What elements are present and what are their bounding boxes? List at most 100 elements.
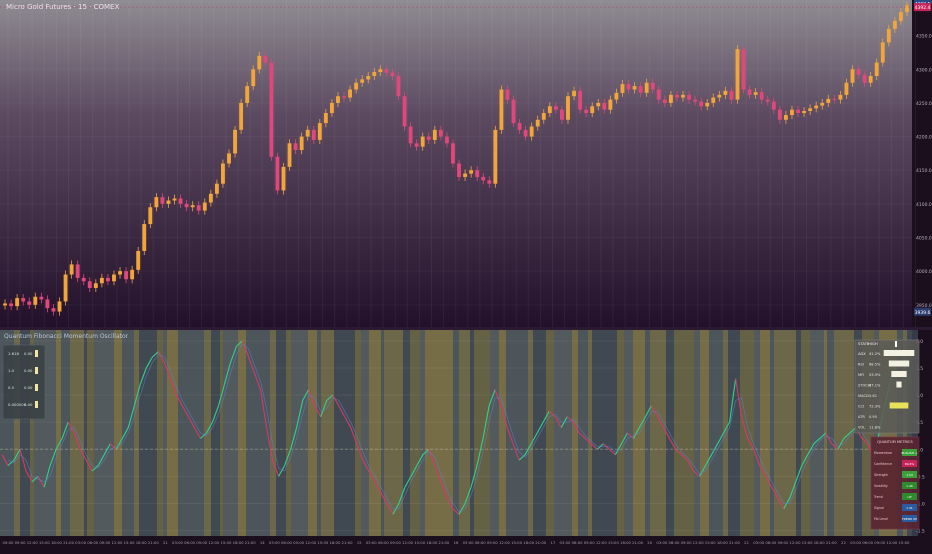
candle-body xyxy=(69,264,74,275)
candle-body xyxy=(886,28,891,43)
time-axis-label: 15:00 xyxy=(802,540,814,545)
legend-row-value: 0.00 xyxy=(24,402,33,407)
metrics-row-value: 89.6% xyxy=(905,462,915,466)
candle-body xyxy=(51,308,56,312)
candle-body xyxy=(632,86,637,90)
candle-body xyxy=(457,163,461,177)
price-axis-label: 4150.0 xyxy=(916,168,932,174)
time-axis-label: 09:00 xyxy=(874,540,886,545)
time-axis-label: 18:00 xyxy=(620,540,632,545)
osc-regime-band xyxy=(134,330,139,536)
candle-body xyxy=(638,86,643,93)
time-axis-label: 09:00 xyxy=(390,540,402,545)
state-row-bar xyxy=(889,402,909,409)
chart-canvas: 3950.04000.04050.04100.04150.04200.04250… xyxy=(0,0,932,550)
osc-regime-band xyxy=(167,330,178,536)
osc-regime-band xyxy=(801,330,810,536)
candle-body xyxy=(208,193,213,203)
time-axis-label: 21:00 xyxy=(826,540,838,545)
time-axis-label: 21:00 xyxy=(632,540,644,545)
candle-body xyxy=(463,173,468,177)
candle-body xyxy=(499,89,504,130)
state-row-value: 68.5% xyxy=(869,363,881,367)
candle-body xyxy=(735,49,740,100)
osc-regime-band xyxy=(420,330,425,536)
state-row-value: 0.61 xyxy=(869,394,877,398)
metrics-title: QUANTUM METRICS xyxy=(877,440,913,444)
time-axis-label: 03:00 xyxy=(366,540,378,545)
time-axis-label: 12:00 xyxy=(499,540,511,545)
metrics-row-label: Fib Level xyxy=(874,517,888,521)
osc-regime-band xyxy=(87,330,94,536)
candle-body xyxy=(523,129,528,137)
legend-row-label: 1.0 xyxy=(8,368,15,373)
osc-regime-band xyxy=(317,330,321,536)
time-axis-label: 03:00 xyxy=(172,540,184,545)
osc-regime-band xyxy=(204,330,211,536)
time-axis-label: 15:00 xyxy=(220,540,232,545)
candle-body xyxy=(820,102,825,106)
metrics-row-value: UP xyxy=(907,495,911,499)
candle-body xyxy=(892,20,897,29)
candle-body xyxy=(87,281,92,288)
osc-regime-band xyxy=(425,330,453,536)
time-axis-label: 15:00 xyxy=(899,540,911,545)
candle-body xyxy=(360,79,365,83)
price-axis-label: 4350.0 xyxy=(916,34,932,40)
oscillator-title: Quantum Fibonacci Momentum Oscillator xyxy=(4,333,129,340)
candle-body xyxy=(420,136,425,147)
price-axis-label: 4050.0 xyxy=(916,236,932,242)
osc-regime-band xyxy=(624,330,633,536)
candle-body xyxy=(469,170,474,174)
candle-body xyxy=(124,271,129,280)
candle-body xyxy=(251,69,256,87)
candle-body xyxy=(626,84,631,90)
candle-body xyxy=(184,203,189,208)
candle-body xyxy=(905,5,909,13)
candle-body xyxy=(299,136,304,151)
candle-body xyxy=(814,105,819,109)
osc-regime-band xyxy=(321,330,334,536)
time-axis-label: 18:00 xyxy=(329,540,341,545)
state-row-value: 53.9% xyxy=(869,373,881,377)
candle-body xyxy=(529,126,534,137)
osc-regime-band xyxy=(276,330,286,536)
time-axis-label: 06:00 xyxy=(87,540,99,545)
time-axis-label: 06:00 xyxy=(668,540,680,545)
time-axis-label: 15:00 xyxy=(124,540,136,545)
candle-body xyxy=(202,202,207,211)
metrics-row-value: 1.46 xyxy=(906,484,913,488)
time-axis-label: 21:00 xyxy=(729,540,741,545)
candle-body xyxy=(650,82,655,90)
osc-regime-band xyxy=(61,330,70,536)
candle-body xyxy=(874,62,879,77)
time-axis-label: 12:00 xyxy=(886,540,898,545)
candle-body xyxy=(868,76,873,83)
candle-body xyxy=(880,42,885,63)
candle-body xyxy=(33,296,38,305)
osc-regime-band xyxy=(700,330,709,536)
candle-body xyxy=(747,89,752,95)
candle-body xyxy=(656,89,661,100)
time-axis-label: 09:00 xyxy=(777,540,789,545)
price-axis-label: 4200.0 xyxy=(916,135,932,141)
candle-body xyxy=(21,298,26,302)
candle-body xyxy=(699,101,704,107)
low-marker-label: 3939.6 xyxy=(915,310,931,316)
time-axis-label: 03:00 xyxy=(269,540,281,545)
osc-regime-band xyxy=(114,330,122,536)
metrics-row-label: Strength xyxy=(874,473,888,477)
metrics-row-value: 1.54 xyxy=(906,473,913,477)
candle-body xyxy=(566,96,570,120)
candle-body xyxy=(511,99,516,124)
candle-body xyxy=(687,94,691,100)
osc-regime-band xyxy=(709,330,723,536)
candle-body xyxy=(517,123,522,130)
time-axis-label: 12:00 xyxy=(790,540,802,545)
candle-body xyxy=(856,69,861,75)
time-axis-label: 15:00 xyxy=(317,540,329,545)
osc-regime-band xyxy=(56,330,61,536)
candle-body xyxy=(493,129,498,184)
candle-body xyxy=(862,74,867,83)
time-axis-label: 12:00 xyxy=(208,540,220,545)
